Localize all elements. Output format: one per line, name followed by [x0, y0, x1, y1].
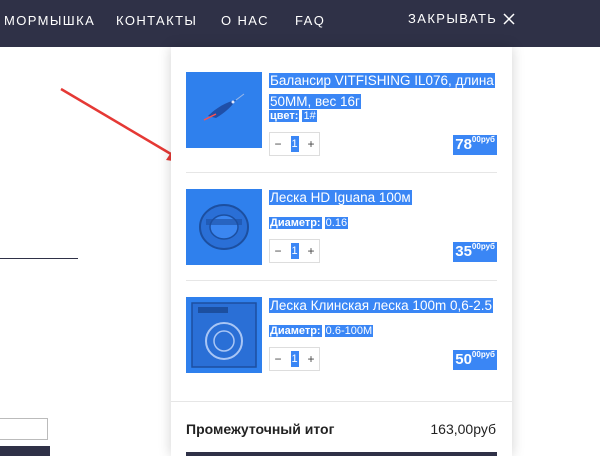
background-button[interactable] [0, 446, 50, 456]
cart-item: Балансир VITFISHING IL076, длина 50MM, в… [186, 72, 497, 179]
quantity-value[interactable]: 1 [290, 243, 299, 259]
increase-quantity-button[interactable]: + [303, 137, 319, 151]
quantity-value[interactable]: 1 [290, 351, 299, 367]
nav-item-contacts[interactable]: КОНТАКТЫ [116, 13, 197, 28]
background-input-field[interactable] [0, 418, 48, 440]
increase-quantity-button[interactable]: + [303, 352, 319, 366]
quantity-stepper[interactable]: − 1 + [269, 239, 320, 263]
close-cart-button[interactable]: ЗАКРЫВАТЬ [408, 11, 515, 26]
close-icon [503, 12, 515, 25]
close-cart-label: ЗАКРЫВАТЬ [408, 11, 498, 26]
subtotal-label: Промежуточный итог [186, 421, 335, 437]
cart-item-price: 7800руб [453, 135, 497, 155]
cart-item-attribute: Диаметр: 0.6-100M [269, 325, 374, 337]
cart-item-title[interactable]: Леска Клинская леска 100m 0,6-2.5 [269, 295, 497, 316]
top-nav: МОРМЫШКА КОНТАКТЫ О НАС FAQ ЗАКРЫВАТЬ [0, 0, 600, 47]
item-divider [186, 280, 497, 281]
background-divider [0, 258, 78, 259]
cart-item-attribute: цвет: 1# [269, 110, 317, 122]
fishing-line-spool-image[interactable] [186, 189, 262, 265]
subtotal-divider [171, 401, 512, 402]
nav-item-faq[interactable]: FAQ [295, 13, 325, 28]
decrease-quantity-button[interactable]: − [270, 352, 286, 366]
quantity-stepper[interactable]: − 1 + [269, 347, 320, 371]
nav-item-mormyshka[interactable]: МОРМЫШКА [4, 13, 95, 28]
cart-item: Леска Клинская леска 100m 0,6-2.5 Диамет… [186, 297, 497, 404]
subtotal-value: 163,00руб [430, 421, 496, 437]
cart-item-price: 3500руб [453, 242, 497, 262]
cart-item-attribute: Диаметр: 0.16 [269, 217, 349, 229]
fishing-line-package-image[interactable] [186, 297, 262, 373]
checkout-button[interactable] [186, 452, 497, 456]
quantity-stepper[interactable]: − 1 + [269, 132, 320, 156]
increase-quantity-button[interactable]: + [303, 244, 319, 258]
cart-item-price: 5000руб [453, 350, 497, 370]
cart-item-title[interactable]: Леска HD Iguana 100м [269, 187, 497, 208]
decrease-quantity-button[interactable]: − [270, 244, 286, 258]
cart-item-title[interactable]: Балансир VITFISHING IL076, длина 50MM, в… [269, 70, 497, 112]
jig-lure-image[interactable] [186, 72, 262, 148]
quantity-value[interactable]: 1 [290, 136, 299, 152]
item-divider [186, 172, 497, 173]
cart-panel: Балансир VITFISHING IL076, длина 50MM, в… [171, 47, 512, 456]
nav-item-about[interactable]: О НАС [221, 13, 269, 28]
decrease-quantity-button[interactable]: − [270, 137, 286, 151]
